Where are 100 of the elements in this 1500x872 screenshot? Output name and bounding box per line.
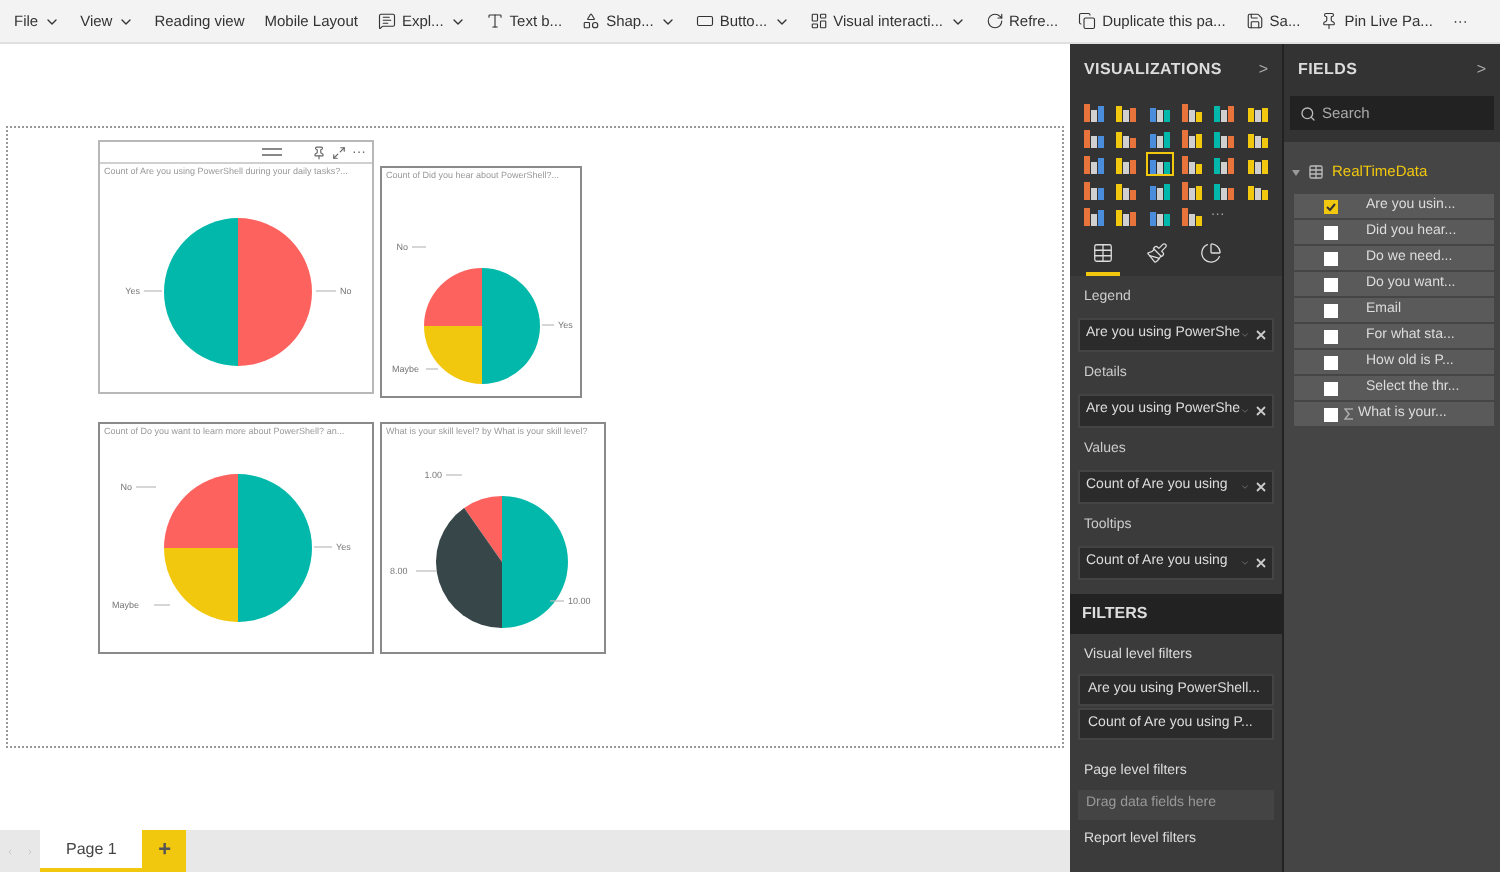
visual-type-button[interactable] xyxy=(1177,152,1206,176)
chart-type-icon xyxy=(1149,207,1170,225)
chart-type-icon xyxy=(1247,103,1268,121)
visual-type-button[interactable] xyxy=(1112,178,1141,202)
pane-title: FIELDS xyxy=(1298,58,1358,82)
visual-type-button[interactable] xyxy=(1177,126,1206,150)
checkbox[interactable] xyxy=(1324,329,1338,343)
focus-mode-icon[interactable] xyxy=(332,145,346,159)
leader-line xyxy=(153,604,171,606)
visual-type-button[interactable] xyxy=(1112,126,1141,150)
leader-line xyxy=(135,486,157,488)
toolbar-icon xyxy=(1078,12,1097,30)
leader-line xyxy=(411,246,427,248)
leader-line xyxy=(549,600,565,602)
chart-type-icon xyxy=(1181,155,1202,173)
checkbox[interactable] xyxy=(1324,355,1338,369)
chart-type-icon xyxy=(1149,103,1170,121)
visual-type-button[interactable] xyxy=(1210,126,1239,150)
toolbar-icon xyxy=(809,12,828,30)
pane-tab[interactable] xyxy=(1086,240,1120,276)
chart-type-icon xyxy=(1149,129,1170,147)
chart-type-icon xyxy=(1247,181,1268,199)
visual-type-button[interactable] xyxy=(1177,204,1206,228)
toolbar-icon xyxy=(985,12,1003,30)
toolbar-icon xyxy=(582,12,601,30)
chart-type-icon xyxy=(1214,181,1235,199)
visual-type-button[interactable] xyxy=(1145,126,1174,150)
checkbox[interactable] xyxy=(1324,407,1338,421)
visual-type-button[interactable] xyxy=(1177,178,1206,202)
chart-type-icon xyxy=(1116,207,1137,225)
visual-type-button[interactable] xyxy=(1080,126,1108,150)
leader-line xyxy=(425,368,439,370)
visual-type-button[interactable] xyxy=(1080,152,1108,176)
visual-type-button[interactable] xyxy=(1210,152,1239,176)
chart-type-icon xyxy=(1149,155,1170,173)
pane-title: VISUALIZATIONS xyxy=(1084,58,1222,82)
visual-type-button[interactable] xyxy=(1080,178,1108,202)
toolbar-icon xyxy=(1320,12,1339,30)
fields-icon xyxy=(1092,242,1114,264)
chart-type-icon xyxy=(1181,103,1202,121)
remove-icon[interactable] xyxy=(1256,330,1267,340)
visual-type-button[interactable] xyxy=(1145,152,1174,176)
chart-type-icon xyxy=(1181,181,1202,199)
chart-type-icon xyxy=(1181,129,1202,147)
visual-type-button[interactable] xyxy=(1210,100,1239,124)
visual-type-button[interactable] xyxy=(1112,204,1141,228)
chart-type-icon xyxy=(1149,181,1170,199)
chart-type-icon xyxy=(1116,129,1137,147)
checkbox[interactable] xyxy=(1324,225,1338,239)
chart-type-icon xyxy=(1214,129,1235,147)
pin-icon[interactable] xyxy=(312,145,326,159)
visual-type-button[interactable] xyxy=(1080,204,1108,228)
chart-type-icon xyxy=(1084,207,1104,225)
visual-type-button[interactable] xyxy=(1112,100,1141,124)
remove-icon[interactable] xyxy=(1256,482,1266,492)
chart-type-icon xyxy=(1181,207,1202,225)
table-icon xyxy=(1308,164,1324,180)
leader-line xyxy=(313,546,333,548)
chart-type-icon xyxy=(1116,103,1137,121)
chart-type-icon xyxy=(1084,103,1104,121)
visual-type-button[interactable] xyxy=(1177,100,1206,124)
visual-type-button[interactable] xyxy=(1080,100,1108,124)
analytics-icon xyxy=(1200,242,1222,264)
checkbox[interactable] xyxy=(1324,277,1338,291)
chart-type-icon xyxy=(1214,103,1235,121)
expand-triangle-icon[interactable] xyxy=(1292,169,1300,175)
chart-type-icon xyxy=(1084,129,1104,147)
checkbox[interactable] xyxy=(1324,381,1338,395)
collapse-button[interactable]: > xyxy=(1476,58,1486,82)
drag-handle-icon[interactable] xyxy=(262,148,282,156)
chart-type-icon xyxy=(1247,129,1268,147)
toolbar-icon xyxy=(377,12,396,30)
checkbox[interactable] xyxy=(1324,303,1338,317)
toolbar-icon xyxy=(1245,12,1264,30)
chart-type-icon xyxy=(1084,181,1104,199)
checkbox[interactable] xyxy=(1324,251,1338,265)
remove-icon[interactable] xyxy=(1256,558,1266,568)
check-icon xyxy=(1326,201,1336,211)
visual-type-button[interactable] xyxy=(1112,152,1141,176)
chart-type-icon xyxy=(1116,181,1137,199)
add-page-button[interactable]: + xyxy=(142,830,187,872)
chart-type-icon xyxy=(1116,155,1137,173)
remove-icon[interactable] xyxy=(1256,406,1267,416)
collapse-button[interactable]: > xyxy=(1258,58,1268,82)
visual-type-button[interactable] xyxy=(1210,178,1239,202)
chart-type-icon xyxy=(1247,155,1268,173)
visual-type-button[interactable] xyxy=(1145,178,1174,202)
search-icon xyxy=(1300,105,1316,121)
toolbar-icon xyxy=(695,12,714,30)
chart-type-icon xyxy=(1084,155,1104,173)
leader-line xyxy=(143,290,163,292)
leader-line xyxy=(415,570,437,572)
page-tab[interactable]: Page 1 xyxy=(40,830,143,872)
chart-type-icon xyxy=(1214,155,1235,173)
pane-title: FILTERS xyxy=(1082,602,1148,626)
toolbar-icon xyxy=(485,12,504,30)
checkbox[interactable] xyxy=(1324,199,1338,213)
leader-line xyxy=(315,290,337,292)
sigma-icon xyxy=(1344,408,1354,420)
leader-line xyxy=(445,474,463,476)
